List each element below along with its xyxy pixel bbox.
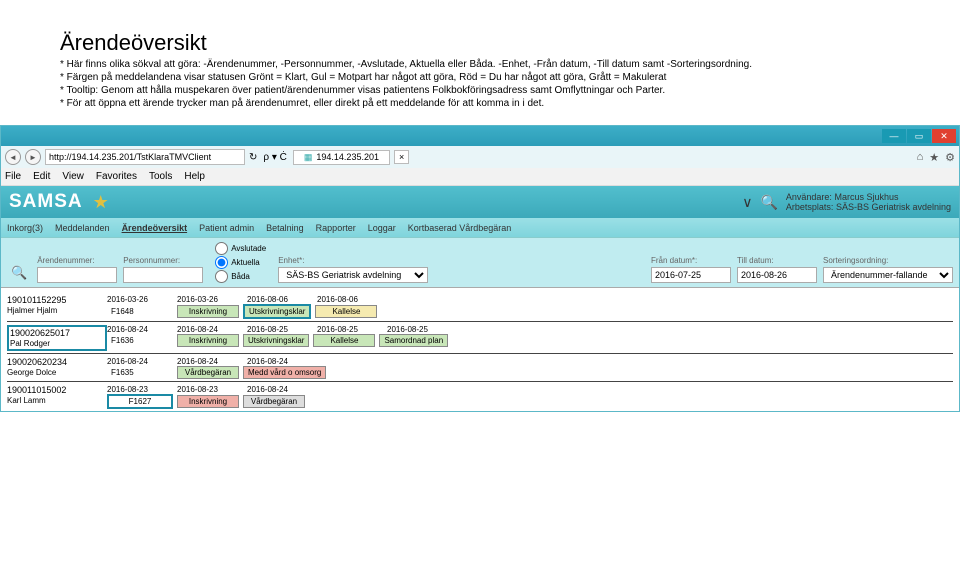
menu-help[interactable]: Help	[184, 171, 205, 182]
brand-logo: SAMSA	[9, 191, 83, 213]
status-tag[interactable]: Utskrivningsklar	[243, 304, 311, 319]
refresh-icon[interactable]: ↻	[249, 152, 257, 163]
intro-text: * Här finns olika sökval att göra: -Ären…	[60, 58, 960, 110]
case-id[interactable]: 190020625017Pal Rodger	[7, 325, 107, 351]
status-tag[interactable]: Kallelse	[315, 305, 377, 318]
browser-menubar: File Edit View Favorites Tools Help	[1, 168, 959, 186]
menu-favorites[interactable]: Favorites	[96, 171, 137, 182]
case-row: 190011015002Karl Lamm2016-08-232016-08-2…	[7, 382, 953, 411]
step-date: 2016-08-23	[107, 385, 173, 394]
step-date: 2016-08-06	[247, 295, 313, 304]
case-fnumber[interactable]: F1648	[107, 307, 173, 316]
case-id[interactable]: 190020620234George Dolce	[7, 357, 107, 377]
forward-button[interactable]: ►	[25, 149, 41, 165]
browser-tab[interactable]: ▦ 194.14.235.201	[293, 150, 390, 165]
fran-datum-input[interactable]	[651, 267, 731, 283]
address-bar: ◄ ► ↻ ρ ▾ Ċ ▦ 194.14.235.201 × ⌂ ★ ⚙	[1, 146, 959, 168]
case-fnumber[interactable]: F1627	[107, 394, 173, 409]
step-date: 2016-08-25	[387, 325, 453, 334]
step-date: 2016-08-23	[177, 385, 243, 394]
case-row: 190101152295Hjalmer Hjalm2016-03-262016-…	[7, 292, 953, 322]
app-header: SAMSA ★ ∨ 🔍 Användare: Marcus Sjukhus Ar…	[1, 186, 959, 218]
status-radio[interactable]: Båda	[215, 270, 266, 283]
step-date: 2016-03-26	[107, 295, 173, 304]
new-tab-button[interactable]: ×	[394, 150, 409, 164]
filter-bar: 🔍 Ärendenummer: Personnummer: Avslutade …	[1, 238, 959, 288]
mainmenu-item[interactable]: Loggar	[368, 223, 396, 233]
status-tag[interactable]: Vårdbegäran	[177, 366, 239, 379]
case-row: 190020625017Pal Rodger2016-08-242016-08-…	[7, 322, 953, 354]
search-icon[interactable]: 🔍	[7, 263, 31, 283]
favorites-icon[interactable]: ★	[929, 151, 939, 164]
case-row: 190020620234George Dolce2016-08-242016-0…	[7, 354, 953, 382]
browser-window: — ▭ ✕ ◄ ► ↻ ρ ▾ Ċ ▦ 194.14.235.201 × ⌂ ★…	[0, 125, 960, 412]
window-close-button[interactable]: ✕	[932, 129, 956, 143]
tab-favicon: ▦	[304, 152, 313, 163]
menu-view[interactable]: View	[62, 171, 84, 182]
mainmenu-item[interactable]: Inkorg(3)	[7, 223, 43, 233]
enhet-select[interactable]: SÄS-BS Geriatrisk avdelning	[278, 267, 428, 283]
step-date: 2016-08-24	[177, 357, 243, 366]
case-grid: 190101152295Hjalmer Hjalm2016-03-262016-…	[1, 288, 959, 411]
status-tag[interactable]: Inskrivning	[177, 305, 239, 318]
url-input[interactable]	[45, 149, 245, 165]
step-date: 2016-08-24	[107, 357, 173, 366]
main-menu: Inkorg(3) Meddelanden Ärendeöversikt Patien…	[1, 218, 959, 238]
step-date: 2016-08-06	[317, 295, 383, 304]
step-date: 2016-08-24	[247, 357, 313, 366]
till-datum-input[interactable]	[737, 267, 817, 283]
status-tag[interactable]: Vårdbegäran	[243, 395, 305, 408]
back-button[interactable]: ◄	[5, 149, 21, 165]
user-info: Användare: Marcus Sjukhus Arbetsplats: S…	[786, 192, 951, 213]
window-titlebar: — ▭ ✕	[1, 126, 959, 146]
star-icon[interactable]: ★	[93, 192, 109, 213]
status-tag[interactable]: Inskrivning	[177, 395, 239, 408]
status-radio-group: Avslutade Aktuella Båda	[209, 242, 272, 283]
status-tag[interactable]: Medd vård o omsorg	[243, 366, 326, 379]
case-fnumber[interactable]: F1635	[107, 368, 173, 377]
mainmenu-item[interactable]: Ärendeöversikt	[122, 223, 188, 233]
step-date: 2016-03-26	[177, 295, 243, 304]
search-icon[interactable]: 🔍	[760, 194, 777, 211]
case-id[interactable]: 190011015002Karl Lamm	[7, 385, 107, 405]
window-minimize-button[interactable]: —	[882, 129, 906, 143]
personnummer-input[interactable]	[123, 267, 203, 283]
step-date: 2016-08-25	[247, 325, 313, 334]
home-icon[interactable]: ⌂	[917, 151, 924, 164]
menu-edit[interactable]: Edit	[33, 171, 50, 182]
step-date: 2016-08-25	[317, 325, 383, 334]
step-date: 2016-08-24	[247, 385, 313, 394]
status-tag[interactable]: Inskrivning	[177, 334, 239, 347]
page-title: Ärendeöversikt	[60, 30, 960, 56]
menu-file[interactable]: File	[5, 171, 21, 182]
step-date: 2016-08-24	[177, 325, 243, 334]
mainmenu-item[interactable]: Patient admin	[199, 223, 254, 233]
case-fnumber[interactable]: F1636	[107, 336, 173, 345]
arendenummer-input[interactable]	[37, 267, 117, 283]
sort-select[interactable]: Ärendenummer-fallande	[823, 267, 953, 283]
mainmenu-item[interactable]: Betalning	[266, 223, 304, 233]
status-radio[interactable]: Aktuella	[215, 256, 266, 269]
mainmenu-item[interactable]: Meddelanden	[55, 223, 110, 233]
mainmenu-item[interactable]: Kortbaserad Vårdbegäran	[408, 223, 512, 233]
chevron-down-icon[interactable]: ∨	[742, 194, 752, 211]
status-radio[interactable]: Avslutade	[215, 242, 266, 255]
settings-icon[interactable]: ⚙	[945, 151, 955, 164]
window-maximize-button[interactable]: ▭	[907, 129, 931, 143]
menu-tools[interactable]: Tools	[149, 171, 172, 182]
status-tag[interactable]: Samordnad plan	[379, 334, 448, 347]
case-id[interactable]: 190101152295Hjalmer Hjalm	[7, 295, 107, 315]
step-date: 2016-08-24	[107, 325, 173, 334]
status-tag[interactable]: Utskrivningsklar	[243, 334, 309, 347]
status-tag[interactable]: Kallelse	[313, 334, 375, 347]
mainmenu-item[interactable]: Rapporter	[316, 223, 356, 233]
